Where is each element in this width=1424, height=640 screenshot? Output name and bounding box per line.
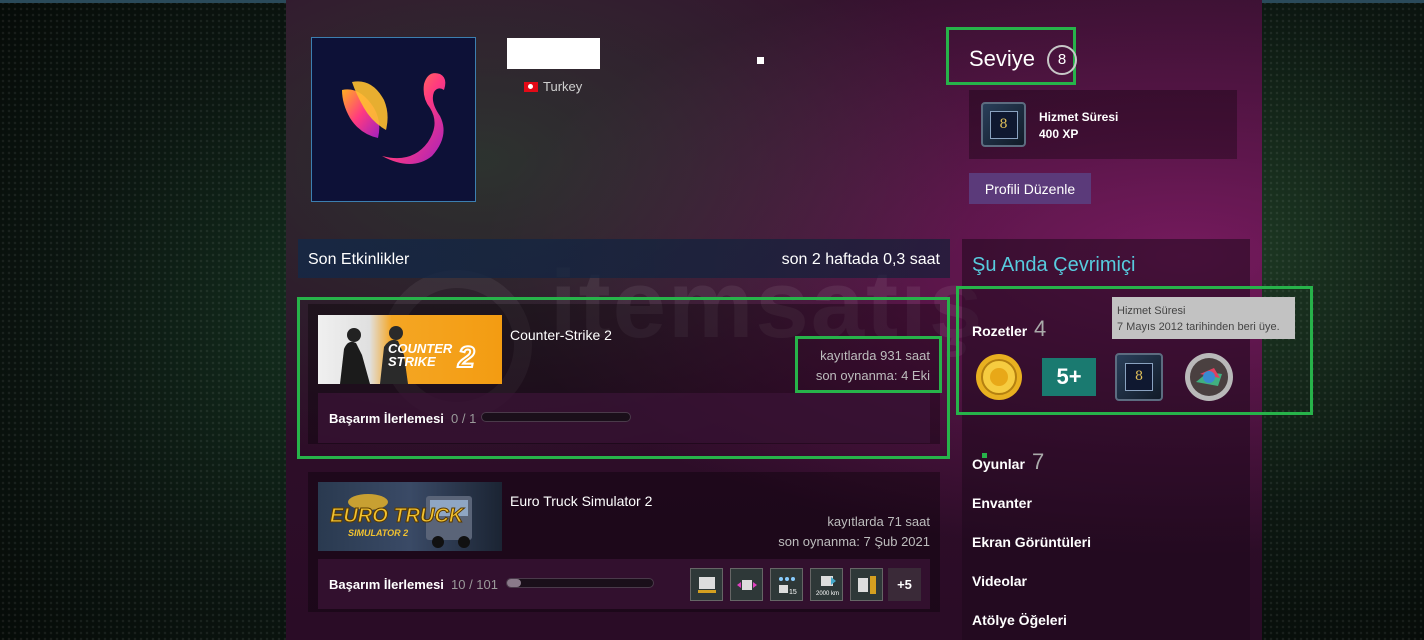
games-link[interactable]: Oyunlar xyxy=(972,456,1025,472)
years-of-service-badge-icon: 8 xyxy=(981,102,1026,147)
badges-highlight xyxy=(956,286,1313,415)
turkey-flag-icon xyxy=(524,81,538,92)
achievement-parking-icon[interactable] xyxy=(850,568,883,601)
badge-glyph: 8 xyxy=(989,110,1018,139)
achievement-truck-arrows-icon[interactable] xyxy=(730,568,763,601)
games-count: 7 xyxy=(1032,449,1045,474)
hours-highlight-cs2 xyxy=(795,336,942,393)
redacted-dot xyxy=(757,57,764,64)
xp-value: 400 XP xyxy=(1039,127,1079,141)
country: Turkey xyxy=(524,79,582,94)
achievement-progress-fill-ets2 xyxy=(507,579,522,587)
game-last-played-ets2: son oynanma: 7 Şub 2021 xyxy=(778,534,930,549)
achievement-15-trucks-icon[interactable]: 15 xyxy=(770,568,803,601)
background-left xyxy=(0,0,286,640)
game-name-ets2[interactable]: Euro Truck Simulator 2 xyxy=(510,493,652,509)
online-status: Şu Anda Çevrimiçi xyxy=(972,254,1136,276)
xp-badge-name: Hizmet Süresi xyxy=(1039,110,1119,124)
inventory-link[interactable]: Envanter xyxy=(972,495,1032,511)
svg-text:SIMULATOR 2: SIMULATOR 2 xyxy=(348,528,408,538)
level-label: Seviye xyxy=(969,46,1036,71)
swan-logo-icon xyxy=(342,73,446,164)
videos-link[interactable]: Videolar xyxy=(972,573,1027,589)
ets2-truck-icon: EURO TRUCK SIMULATOR 2 xyxy=(330,494,472,548)
achievement-count-ets2: 10 / 101 xyxy=(451,577,498,592)
svg-text:15: 15 xyxy=(789,589,797,596)
country-name: Turkey xyxy=(543,79,583,94)
level-number[interactable]: 8 xyxy=(1047,45,1077,75)
ets2-logo-text: EURO TRUCK xyxy=(330,505,465,527)
recent-activity-hours: son 2 haftada 0,3 saat xyxy=(781,251,940,268)
achievement-label-ets2: Başarım İlerlemesi xyxy=(329,577,444,592)
svg-text:2000 km: 2000 km xyxy=(816,591,839,597)
game-hours-ets2: kayıtlarda 71 saat xyxy=(827,514,930,529)
profile-name-redacted xyxy=(507,38,600,69)
edit-profile-button[interactable]: Profili Düzenle xyxy=(969,173,1091,204)
achievement-progress-bar-ets2 xyxy=(506,578,654,588)
achievement-truck-icon[interactable] xyxy=(690,568,723,601)
more-achievements-button[interactable]: +5 xyxy=(888,568,921,601)
achievement-2000km-icon[interactable]: 2000 km xyxy=(810,568,843,601)
workshop-items-link[interactable]: Atölye Öğeleri xyxy=(972,612,1067,628)
recent-activity-title: Son Etkinlikler xyxy=(308,251,410,268)
ets2-capsule-image[interactable]: EURO TRUCK SIMULATOR 2 xyxy=(318,482,502,551)
screenshots-link[interactable]: Ekran Görüntüleri xyxy=(972,534,1091,550)
avatar[interactable] xyxy=(311,37,476,202)
